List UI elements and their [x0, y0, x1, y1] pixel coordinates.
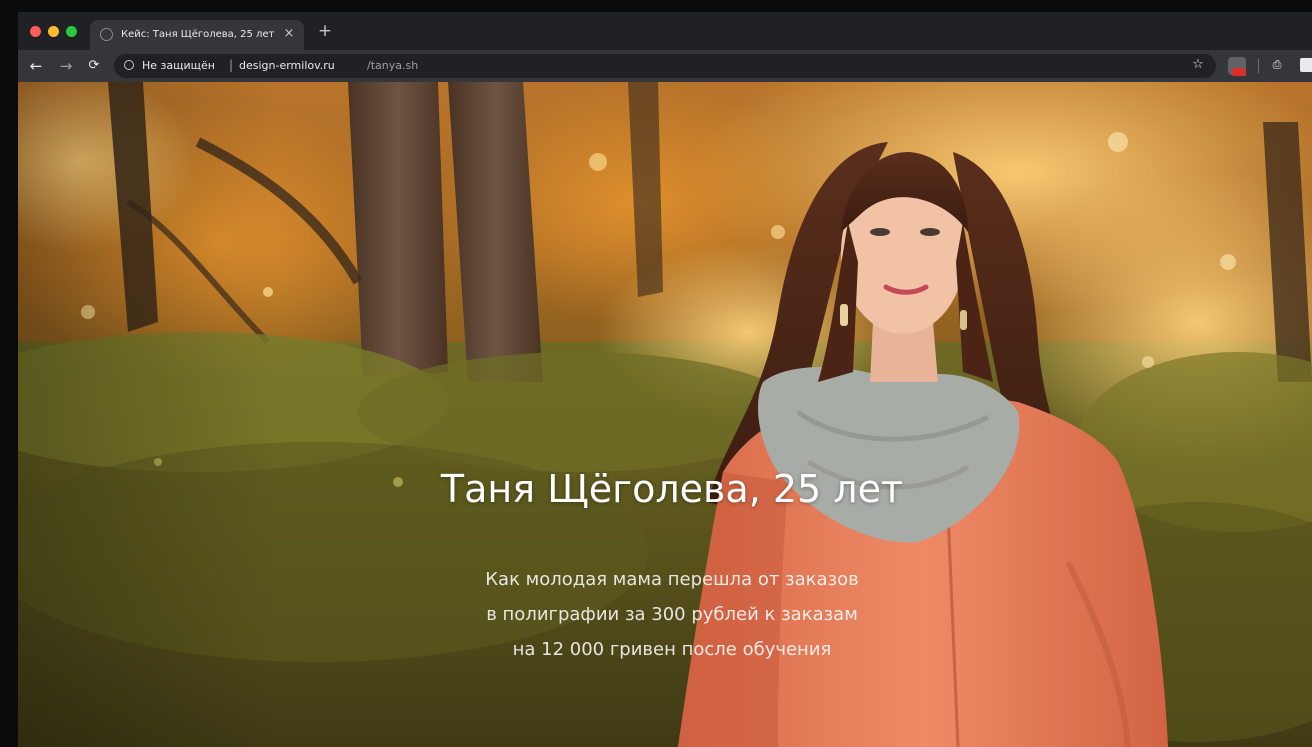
bookmark-star-icon[interactable]: ☆: [1190, 57, 1206, 73]
new-tab-button[interactable]: +: [316, 23, 334, 41]
browser-toolbar: ← → ⟳ Не защищён | design-ermilov.ru /ta…: [18, 50, 1312, 82]
page-viewport: Таня Щёголева, 25 лет Как молодая мама п…: [18, 82, 1312, 747]
browser-tab-active[interactable]: Кейс: Таня Щёголева, 25 лет ×: [90, 20, 304, 50]
security-label: Не защищён: [142, 59, 215, 72]
tab-strip: Кейс: Таня Щёголева, 25 лет × +: [18, 12, 1312, 50]
hero-title: Таня Щёголева, 25 лет: [440, 467, 904, 511]
url-separator: |: [229, 58, 234, 72]
address-bar[interactable]: Не защищён | design-ermilov.ru /tanya.sh…: [114, 54, 1216, 78]
tab-favicon-icon: [100, 28, 113, 41]
tab-title: Кейс: Таня Щёголева, 25 лет: [121, 29, 275, 40]
hero-subtitle-line: на 12 000 гривен после обучения: [512, 639, 832, 660]
hero-subtitle: Как молодая мама перешла от заказов в по…: [18, 562, 1312, 667]
site-info-icon[interactable]: [124, 60, 134, 70]
forward-button[interactable]: →: [56, 56, 76, 76]
extension-badge: [1232, 68, 1246, 76]
window-maximize-button[interactable]: [66, 26, 77, 37]
hero-subtitle-line: в полиграфии за 300 рублей к заказам: [486, 604, 858, 625]
back-button[interactable]: ←: [26, 56, 46, 76]
toolbar-divider: [1258, 59, 1259, 73]
hero-subtitle-line: Как молодая мама перешла от заказов: [485, 569, 859, 590]
url-path: /tanya.sh: [367, 59, 419, 72]
window-minimize-button[interactable]: [48, 26, 59, 37]
tab-close-icon[interactable]: ×: [282, 26, 296, 42]
print-icon[interactable]: ⎙: [1270, 58, 1284, 72]
profile-avatar-icon[interactable]: [1300, 58, 1312, 72]
url-domain: design-ermilov.ru: [239, 59, 335, 72]
browser-window: Кейс: Таня Щёголева, 25 лет × + ← → ⟳ Не…: [18, 12, 1312, 747]
reload-button[interactable]: ⟳: [84, 56, 104, 76]
window-close-button[interactable]: [30, 26, 41, 37]
